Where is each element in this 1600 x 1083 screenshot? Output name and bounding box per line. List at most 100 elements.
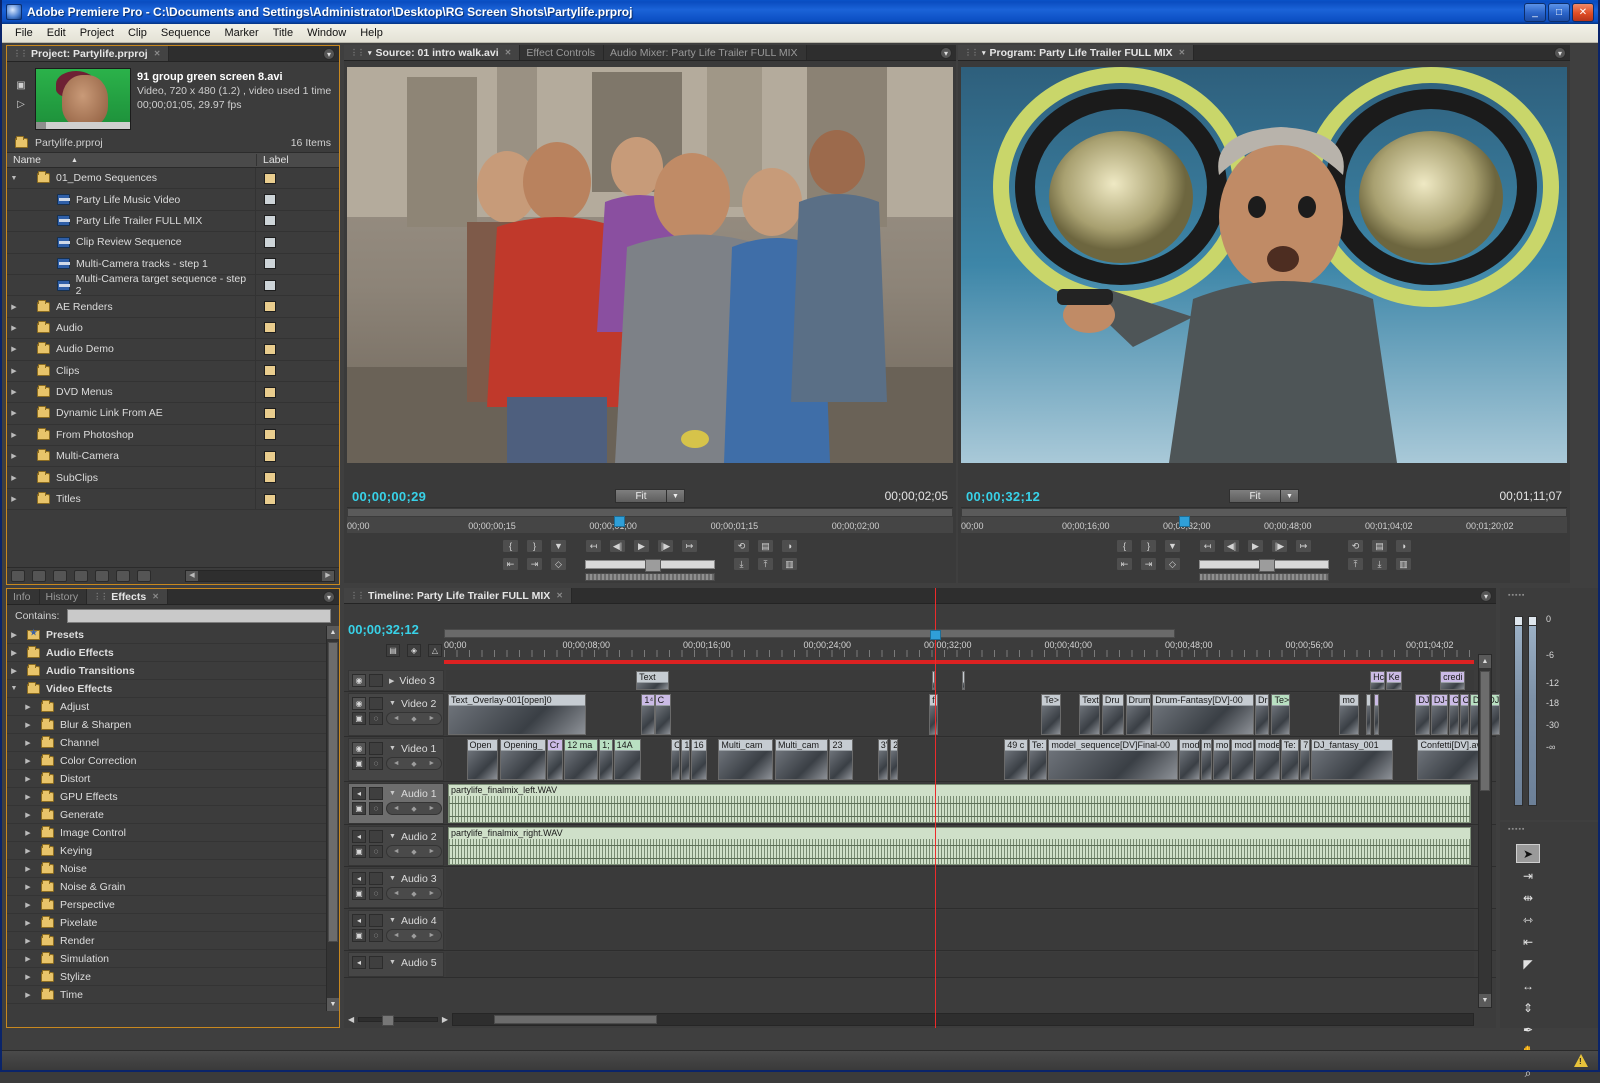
timeline-clip[interactable]: Multi_cam (775, 739, 828, 780)
effects-search-input[interactable] (67, 609, 331, 623)
menu-item-sequence[interactable]: Sequence (154, 25, 218, 41)
scroll-right-icon[interactable]: ▶ (322, 571, 334, 581)
table-row[interactable]: Multi-Camera target sequence - step 2 (7, 275, 339, 296)
tab-source[interactable]: ⋮⋮ ▾ Source: 01 intro walk.avi ✕ (344, 45, 520, 60)
label-cell[interactable] (255, 361, 339, 381)
list-item[interactable]: ▶Pixelate (7, 914, 339, 932)
timeline-clip[interactable]: Open (467, 739, 499, 780)
twirl-icon[interactable]: ▶ (21, 955, 35, 963)
track-clip-area[interactable]: TextHcKecredi (446, 670, 1474, 691)
lift-icon[interactable]: ⤒ (1347, 557, 1364, 571)
track-header-audio-2[interactable]: ◂▼Audio 2▣◌◄◆► (348, 826, 444, 866)
play-preview-icon[interactable]: ▷ (17, 99, 25, 110)
scroll-down-icon[interactable]: ▼ (327, 998, 339, 1011)
timeline-clip[interactable]: Te: (1029, 739, 1048, 780)
warning-icon[interactable] (1574, 1054, 1588, 1067)
show-keyframes-icon[interactable]: ◌ (369, 757, 383, 770)
twirl-icon[interactable]: ▶ (7, 631, 21, 639)
safe-margins-icon[interactable]: ▤ (1371, 539, 1388, 553)
timeline-clip[interactable] (1374, 694, 1379, 735)
pen-tool[interactable]: ✒ (1516, 1020, 1540, 1039)
output-icon[interactable]: ◑ (781, 539, 798, 553)
show-keyframes-icon[interactable]: ◌ (369, 845, 383, 858)
table-row[interactable]: ▶Dynamic Link From AE (7, 403, 339, 424)
lock-icon[interactable] (369, 674, 383, 687)
table-row[interactable]: ▶From Photoshop (7, 425, 339, 446)
timeline-clip[interactable]: Text (636, 671, 669, 690)
timeline-vscrollbar[interactable]: ▲ ▼ (1478, 654, 1492, 1008)
label-cell[interactable] (255, 296, 339, 316)
track-select-tool[interactable]: ⇥ (1516, 866, 1540, 885)
twirl-icon[interactable]: ▶ (21, 919, 35, 927)
show-keyframes-icon[interactable]: ◌ (369, 929, 383, 942)
list-item[interactable]: ▶Presets (7, 626, 339, 644)
track-clip-area[interactable]: OpenOpening_Cr12 ma1;14AC116Multi_camMul… (446, 738, 1474, 781)
table-row[interactable]: ▶AE Renders (7, 296, 339, 317)
twirl-icon[interactable]: ▶ (7, 495, 21, 503)
program-zoom-bar[interactable] (961, 508, 1567, 517)
lock-icon[interactable] (369, 742, 383, 755)
timeline-clip[interactable]: C (655, 694, 671, 735)
keyframe-nav[interactable]: ◄◆► (386, 712, 442, 725)
twirl-icon[interactable]: ▶ (21, 721, 35, 729)
rolling-edit-tool[interactable]: ⇿ (1516, 910, 1540, 929)
list-item[interactable]: ▶Blur & Sharpen (7, 716, 339, 734)
zoom-out-icon[interactable]: ◀ (348, 1015, 354, 1024)
slip-tool[interactable]: ↔ (1516, 976, 1540, 995)
zoom-slider[interactable] (358, 1017, 438, 1022)
timeline-clip[interactable]: mod (1231, 739, 1254, 780)
speaker-icon[interactable]: ◂ (352, 914, 366, 927)
scroll-down-icon[interactable]: ▼ (1479, 994, 1491, 1007)
close-icon[interactable]: ✕ (556, 591, 563, 600)
eye-icon[interactable]: ◉ (352, 742, 366, 755)
next-keyframe-icon[interactable]: ► (428, 890, 435, 897)
timeline-clip[interactable]: Text (1079, 694, 1100, 735)
timeline-clip[interactable]: 2 (890, 739, 898, 780)
timeline-clip[interactable]: 23 (829, 739, 853, 780)
twirl-icon[interactable]: ▼ (389, 959, 396, 966)
goto-out-icon[interactable]: ⇥ (1140, 557, 1157, 571)
program-current-timecode[interactable]: 00;00;32;12 (966, 489, 1040, 504)
timeline-clip[interactable]: Opening_ (500, 739, 545, 780)
list-item[interactable]: ▶Time (7, 986, 339, 1004)
list-item[interactable]: ▶Audio Effects (7, 644, 339, 662)
timeline-clip[interactable]: mo (1213, 739, 1230, 780)
loop-icon[interactable]: ⟲ (733, 539, 750, 553)
program-jog-strip[interactable] (1199, 573, 1329, 582)
eye-icon[interactable]: ◉ (352, 674, 366, 687)
twirl-icon[interactable]: ▶ (21, 703, 35, 711)
track-clip-area[interactable] (446, 910, 1474, 950)
twirl-icon[interactable]: ▶ (7, 303, 21, 311)
track-header-video-1[interactable]: ◉▼Video 1▣◌◄◆► (348, 738, 444, 781)
audio-meter[interactable]: 0 -6 -12 -18 -30 -∞ (1506, 610, 1592, 814)
label-cell[interactable] (255, 232, 339, 252)
table-row[interactable]: ▶Audio Demo (7, 339, 339, 360)
lock-icon[interactable] (369, 697, 383, 710)
track-header-audio-3[interactable]: ◂▼Audio 3▣◌◄◆► (348, 868, 444, 908)
speaker-icon[interactable]: ◂ (352, 872, 366, 885)
playhead-handle[interactable] (614, 516, 625, 527)
prev-keyframe-icon[interactable]: ◄ (393, 932, 400, 939)
project-hscrollbar[interactable]: ◀ ▶ (185, 570, 335, 582)
timeline-hscrollbar[interactable] (452, 1013, 1474, 1026)
list-item[interactable]: ▶Keying (7, 842, 339, 860)
sort-arrow-icon[interactable]: ▲ (71, 157, 78, 164)
list-item[interactable]: ▶Simulation (7, 950, 339, 968)
list-item[interactable]: ▶Color Correction (7, 752, 339, 770)
prev-frame-icon[interactable]: ◀| (1223, 539, 1240, 553)
twirl-icon[interactable]: ▶ (7, 345, 21, 353)
source-zoom-bar[interactable] (347, 508, 953, 517)
timeline-clip[interactable]: 14A (614, 739, 642, 780)
close-icon[interactable]: ✕ (505, 48, 512, 57)
toggle-track-output-icon[interactable]: ▣ (352, 712, 366, 725)
toggle-waveform-icon[interactable]: ▣ (352, 887, 366, 900)
show-keyframes-icon[interactable]: ◌ (369, 712, 383, 725)
prev-keyframe-icon[interactable]: ◄ (393, 760, 400, 767)
table-row[interactable]: Party Life Music Video (7, 189, 339, 210)
keyframe-nav[interactable]: ◄◆► (386, 845, 442, 858)
safe-margins-icon[interactable]: ▤ (757, 539, 774, 553)
tab-program[interactable]: ⋮⋮ ▾ Program: Party Life Trailer FULL MI… (958, 45, 1194, 60)
timeline-current-timecode[interactable]: 00;00;32;12 (348, 622, 419, 637)
track-row[interactable]: ◂▼Audio 1▣◌◄◆►partylife_finalmix_left.WA… (344, 783, 1496, 825)
insert-icon[interactable]: ⤓ (733, 557, 750, 571)
